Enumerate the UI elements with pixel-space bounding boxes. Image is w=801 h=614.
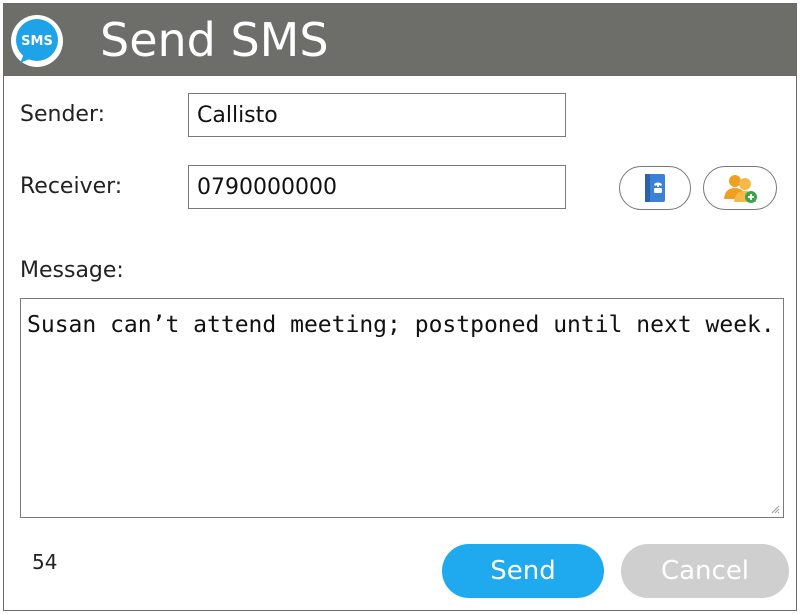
phonebook-icon bbox=[645, 174, 665, 202]
character-counter: 54 bbox=[32, 550, 58, 574]
message-label: Message: bbox=[20, 258, 124, 283]
send-sms-window: SMS Send SMS Sender: Receiver: Message: … bbox=[3, 3, 797, 611]
window-title: Send SMS bbox=[100, 13, 329, 67]
resize-grip-icon[interactable] bbox=[770, 504, 780, 514]
contacts-button[interactable] bbox=[703, 166, 777, 210]
cancel-button[interactable]: Cancel bbox=[621, 544, 789, 598]
sms-logo-text: SMS bbox=[21, 34, 53, 49]
title-bar: SMS Send SMS bbox=[4, 4, 796, 76]
receiver-input[interactable] bbox=[188, 165, 566, 209]
sender-input[interactable] bbox=[188, 93, 566, 137]
sms-logo-icon: SMS bbox=[11, 15, 63, 67]
receiver-label: Receiver: bbox=[20, 174, 123, 199]
message-textarea[interactable]: Susan can’t attend meeting; postponed un… bbox=[20, 298, 784, 518]
send-button[interactable]: Send bbox=[442, 544, 604, 598]
sender-label: Sender: bbox=[20, 102, 106, 127]
contacts-icon bbox=[724, 175, 757, 203]
phonebook-button[interactable] bbox=[619, 166, 691, 210]
